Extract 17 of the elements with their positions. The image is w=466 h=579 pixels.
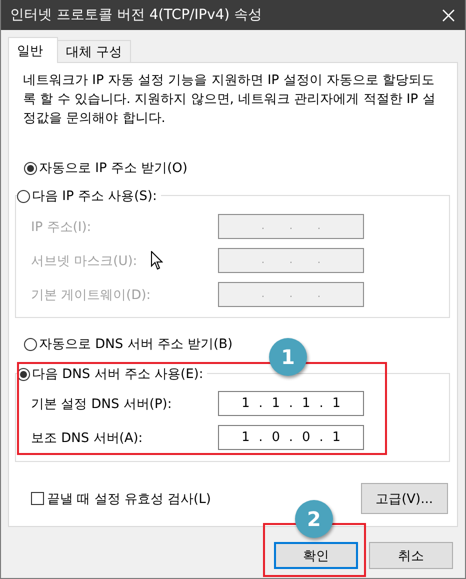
- window-title: 인터넷 프로토콜 버전 4(TCP/IPv4) 속성: [10, 6, 262, 24]
- field-label: IP 주소(I):: [31, 220, 92, 234]
- description-text: 네트워크가 IP 자동 설정 기능을 지원하면 IP 설정이 자동으로 할당되도록 할 수 있습니다. 지원하지 않으면, 네트워크 관리자에게 적절한 IP 설정값을 문의해야 합니다.: [23, 72, 436, 128]
- dialog-button[interactable]: 취소: [369, 542, 453, 569]
- ip-address-field[interactable]: 1 . 1 . 1 . 1: [218, 391, 364, 416]
- close-icon[interactable]: [442, 8, 455, 22]
- field-label: 서브넷 마스크(U):: [31, 254, 138, 268]
- ip-address-field[interactable]: 1 . 0 . 0 . 1: [218, 425, 364, 450]
- advanced-button[interactable]: 고급(V)...: [360, 483, 448, 514]
- tab[interactable]: 대체 구성: [57, 40, 132, 62]
- field-label: 보조 DNS 서버(A):: [31, 430, 143, 446]
- checkbox[interactable]: 끝낼 때 설정 유효성 검사(L): [31, 490, 211, 508]
- field-label: 기본 게이트웨이(D):: [31, 288, 151, 302]
- field-label: 기본 설정 DNS 서버(P):: [31, 396, 172, 412]
- cursor-icon: [151, 251, 163, 270]
- tab[interactable]: 일반: [8, 37, 58, 63]
- dialog-button[interactable]: 확인: [274, 542, 358, 569]
